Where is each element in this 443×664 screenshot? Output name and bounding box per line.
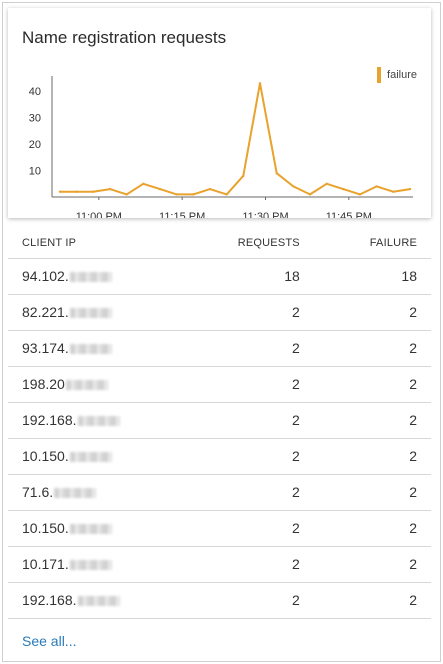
failure-cell: 2 [299,474,431,511]
data-point-failure [142,182,145,185]
redacted-ip-blur [77,416,120,427]
data-point-failure [208,187,212,191]
client-ip-cell: 198.20 [8,366,178,403]
data-point-failure [342,187,345,191]
table-row[interactable]: 10.150. 2 2 [8,510,431,547]
redacted-ip-blur [69,308,112,319]
data-point-failure [75,190,78,193]
failure-cell: 2 [299,402,431,439]
data-point-failure [58,190,62,193]
failure-line-chart[interactable]: 10 20 30 40 11:00 PM 11:15 PM 11:30 PM 11:45 PM [8,8,431,218]
x-tick-label: 11:45 PM [326,211,372,218]
redacted-ip-blur [69,272,112,283]
series-line-failure [60,82,411,196]
column-header-requests[interactable]: REQUESTS [177,228,300,259]
data-point-failure [242,174,245,178]
table-row[interactable]: 10.150. 2 2 [8,438,431,475]
client-ip-cell: 93.174. [8,330,178,367]
table-row[interactable]: 93.174. 2 2 [8,330,431,367]
failure-cell: 2 [299,294,431,331]
data-point-failure [258,82,262,85]
redacted-ip-blur [77,596,120,607]
table-row[interactable]: 192.168. 2 2 [8,582,431,619]
client-ip-cell: 192.168. [8,582,178,619]
failure-cell: 2 [299,366,431,403]
data-point-failure [375,185,378,188]
client-ip-table: CLIENT IP REQUESTS FAILURE 94.102. 18 18 82… [8,228,431,619]
table-row[interactable]: 71.6. 2 2 [8,474,431,511]
client-ip-text: 82.221. [22,304,69,320]
y-tick-label: 10 [29,166,41,178]
redacted-ip-blur [69,452,112,463]
data-point-failure [325,182,328,185]
failure-cell: 18 [299,258,431,295]
requests-cell: 18 [177,258,300,295]
client-ip-text: 198.20 [22,376,65,392]
data-point-failure [192,193,195,196]
requests-cell: 2 [177,582,300,619]
client-ip-text: 71.6. [22,484,54,500]
see-all-link[interactable]: See all... [22,633,76,649]
data-point-failure [358,193,362,196]
x-tick-label: 11:30 PM [242,211,288,218]
requests-cell: 2 [177,546,300,583]
failure-cell: 2 [299,438,431,475]
failure-cell: 2 [299,546,431,583]
x-tick-label: 11:00 PM [76,211,122,218]
client-ip-cell: 10.150. [8,438,178,475]
client-ip-cell: 71.6. [8,474,178,511]
data-point-failure [275,172,278,175]
client-ip-text: 10.150. [22,520,69,536]
failure-cell: 2 [299,330,431,367]
requests-cell: 2 [177,330,300,367]
client-ip-cell: 10.171. [8,546,178,583]
data-point-failure [408,187,412,191]
data-point-failure [158,187,162,191]
client-ip-text: 192.168. [22,592,77,608]
redacted-ip-blur [69,344,112,355]
client-ip-cell: 94.102. [8,258,178,295]
client-ip-text: 10.171. [22,556,69,572]
requests-cell: 2 [177,366,300,403]
data-point-failure [175,193,178,196]
client-ip-text: 94.102. [22,268,69,284]
data-point-failure [125,193,128,196]
table-row[interactable]: 10.171. 2 2 [8,546,431,583]
redacted-ip-blur [69,560,112,571]
table-header-row: CLIENT IP REQUESTS FAILURE [8,228,431,259]
table-row[interactable]: 192.168. 2 2 [8,402,431,439]
table-row[interactable]: 198.20 2 2 [8,366,431,403]
data-point-failure [92,190,95,193]
column-header-client-ip[interactable]: CLIENT IP [8,228,178,259]
x-tick-label: 11:15 PM [159,211,205,218]
client-ip-cell: 192.168. [8,402,178,439]
y-tick-label: 40 [29,86,41,98]
requests-cell: 2 [177,510,300,547]
y-tick-label: 30 [29,113,41,125]
redacted-ip-blur [69,524,112,535]
table-row[interactable]: 82.221. 2 2 [8,294,431,331]
data-point-failure [292,185,295,188]
client-ip-cell: 10.150. [8,510,178,547]
requests-cell: 2 [177,438,300,475]
data-point-failure [392,190,395,193]
data-point-failure [308,193,312,196]
y-tick-label: 20 [29,139,41,151]
failure-cell: 2 [299,582,431,619]
requests-cell: 2 [177,402,300,439]
redacted-ip-blur [65,380,108,391]
client-ip-text: 192.168. [22,412,77,428]
data-point-failure [225,193,228,196]
column-header-failure[interactable]: FAILURE [299,228,431,259]
requests-cell: 2 [177,294,300,331]
redacted-ip-blur [54,488,97,499]
table-row[interactable]: 94.102. 18 18 [8,258,431,295]
client-ip-cell: 82.221. [8,294,178,331]
failure-cell: 2 [299,510,431,547]
requests-cell: 2 [177,474,300,511]
chart-card: Name registration requests failure 10 20 3… [8,8,431,218]
client-ip-text: 10.150. [22,448,69,464]
client-ip-text: 93.174. [22,340,69,356]
data-point-failure [108,187,112,191]
